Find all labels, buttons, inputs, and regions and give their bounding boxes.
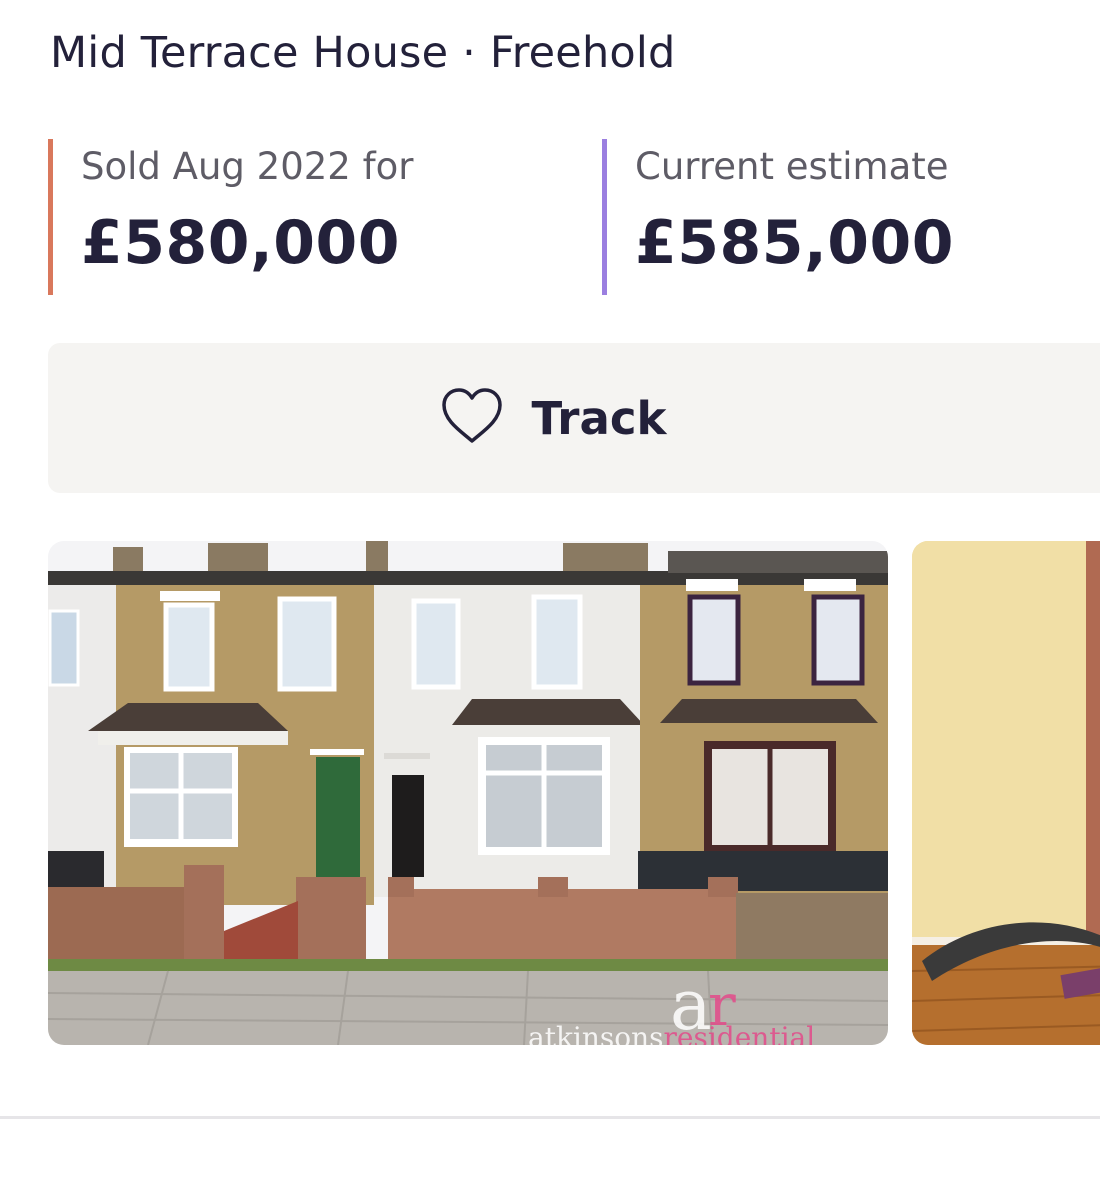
- house-exterior-photo[interactable]: a r atkinsonsresidential: [48, 541, 888, 1045]
- photo-gallery[interactable]: a r atkinsonsresidential: [48, 541, 1100, 1045]
- sold-price-label: Sold Aug 2022 for: [81, 145, 414, 188]
- track-button-content: Track: [440, 387, 667, 449]
- svg-text:atkinsonsresidential: atkinsonsresidential: [528, 1021, 815, 1045]
- current-estimate-label: Current estimate: [635, 145, 949, 188]
- property-type-line: Mid Terrace House · Freehold: [50, 28, 676, 78]
- current-estimate-value: £585,000: [635, 208, 955, 278]
- heart-outline-icon: [440, 387, 504, 449]
- track-button-label: Track: [531, 391, 667, 445]
- sold-price-value: £580,000: [81, 208, 401, 278]
- property-summary-page: Mid Terrace House · Freehold Sold Aug 20…: [0, 0, 1100, 1186]
- track-button[interactable]: Track: [48, 343, 1100, 493]
- sold-price-block: Sold Aug 2022 for £580,000: [48, 139, 413, 295]
- interior-room-photo[interactable]: [912, 541, 1100, 1045]
- current-estimate-block: Current estimate £585,000: [602, 139, 954, 295]
- section-divider: [0, 1116, 1100, 1119]
